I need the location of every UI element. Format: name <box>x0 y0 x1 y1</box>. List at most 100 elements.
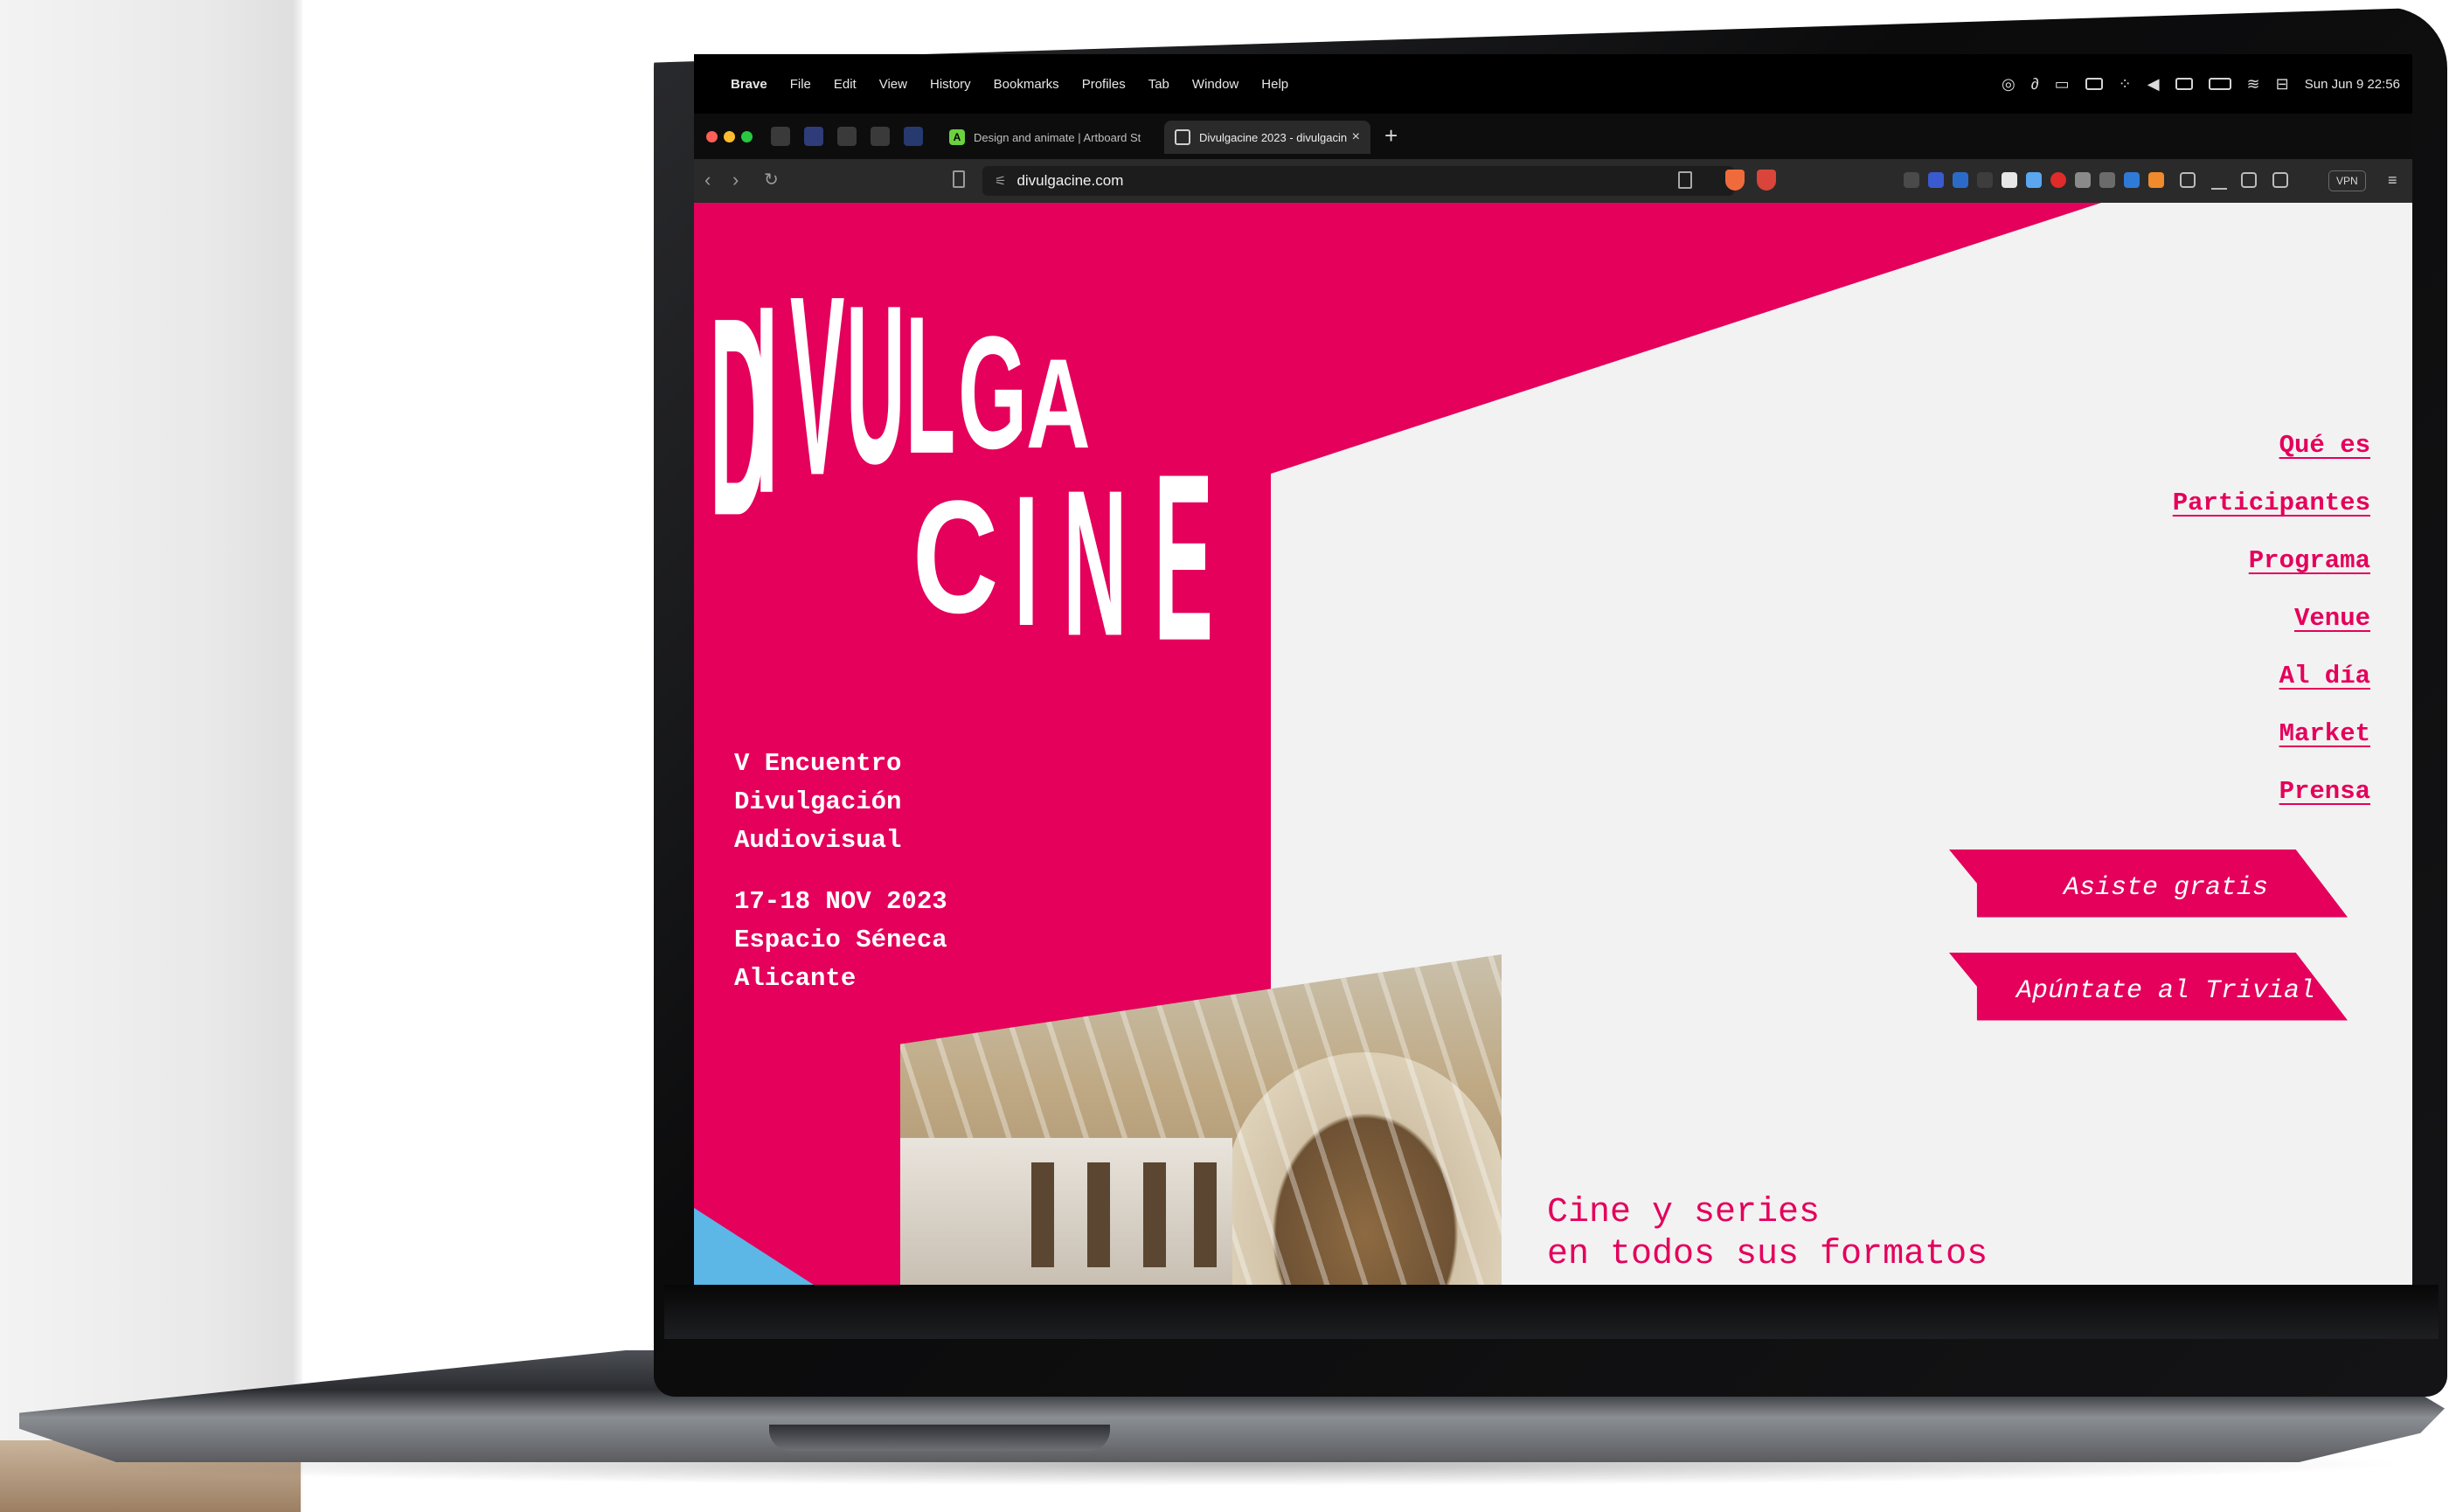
status-menus: ◎ ∂ ▭ ⁘ ◀ ≋ ⊟ Sun Jun 9 22:56 <box>2002 54 2400 114</box>
laptop-screen: Brave File Edit View History Bookmarks P… <box>694 54 2412 1287</box>
creative-cloud-icon[interactable]: ◎ <box>2002 75 2015 94</box>
window-icon[interactable] <box>2085 78 2103 90</box>
extension-icon-1[interactable] <box>1904 172 1919 188</box>
tab-title: Divulgacine 2023 - divulgacin <box>1199 130 1348 144</box>
event-venue: Espacio Séneca <box>734 926 947 954</box>
trivial-signup-button[interactable]: Apúntate al Trivial <box>1949 953 2348 1021</box>
menu-clock[interactable]: Sun Jun 9 22:56 <box>2305 77 2400 92</box>
share-icon[interactable] <box>1678 171 1692 189</box>
photo-frame <box>1087 1162 1110 1267</box>
screen-bezel-bottom <box>664 1285 2439 1339</box>
extension-icon-5[interactable] <box>2002 172 2017 188</box>
sidebar-icon[interactable] <box>2241 172 2257 188</box>
signature-icon[interactable]: ∂ <box>2031 75 2039 94</box>
event-date: 17-18 NOV 2023 <box>734 887 947 916</box>
photo-frame <box>1194 1162 1217 1267</box>
wifi-icon[interactable]: ≋ <box>2247 75 2260 94</box>
background-wall-edge <box>294 0 302 1512</box>
event-line: Audiovisual <box>734 826 902 855</box>
photo-wall <box>900 1138 1232 1287</box>
logo-letter: C <box>912 468 999 648</box>
menu-tab[interactable]: Tab <box>1148 77 1169 92</box>
pinterest-icon[interactable] <box>2050 172 2066 188</box>
menu-bookmarks[interactable]: Bookmarks <box>994 77 1059 92</box>
close-tab-icon[interactable]: × <box>1352 129 1360 145</box>
tagline-line-1: Cine y series <box>1547 1193 1821 1232</box>
wallet-icon[interactable] <box>2272 172 2288 188</box>
site-settings-icon[interactable]: ⚟ <box>995 173 1006 189</box>
volume-icon[interactable]: ◀ <box>2147 75 2160 94</box>
display-icon[interactable] <box>2175 78 2193 90</box>
pinned-tab-1[interactable] <box>771 127 790 146</box>
site-nav: Qué es Participantes Programa Venue Al d… <box>2173 428 2370 832</box>
tab-divulgacine[interactable]: Divulgacine 2023 - divulgacin × <box>1164 121 1370 154</box>
divulgacine-favicon-icon <box>1175 129 1190 145</box>
menu-file[interactable]: File <box>790 77 811 92</box>
event-line: V Encuentro <box>734 749 902 778</box>
nav-link-programa[interactable]: Programa <box>2173 544 2370 578</box>
logo-letter: I <box>1014 457 1039 666</box>
photo-frame <box>1031 1162 1054 1267</box>
download-icon[interactable] <box>2211 172 2227 190</box>
pinned-tab-3[interactable] <box>837 127 857 146</box>
logo-cine: C I N E <box>912 404 1280 692</box>
nav-link-venue[interactable]: Venue <box>2173 601 2370 635</box>
vpn-button[interactable]: VPN <box>2328 170 2366 191</box>
puzzle-icon[interactable] <box>2180 172 2196 188</box>
new-tab-button[interactable]: + <box>1384 124 1398 147</box>
asiste-gratis-button[interactable]: Asiste gratis <box>1949 850 2348 918</box>
nav-link-que-es[interactable]: Qué es <box>2173 428 2370 462</box>
menu-profiles[interactable]: Profiles <box>1082 77 1126 92</box>
extension-icon-3[interactable] <box>1953 172 1968 188</box>
menu-edit[interactable]: Edit <box>834 77 857 92</box>
logo-letter: U <box>846 259 905 512</box>
extension-icon-10[interactable] <box>2124 172 2140 188</box>
menu-window[interactable]: Window <box>1192 77 1238 92</box>
pinned-tab-2[interactable] <box>804 127 823 146</box>
background-wall <box>0 0 301 1512</box>
car-icon[interactable]: ▭ <box>2055 75 2070 94</box>
battery-icon[interactable] <box>2208 78 2231 90</box>
brave-rewards-icon[interactable] <box>1757 170 1776 191</box>
tab-artboard[interactable]: A Design and animate | Artboard St <box>939 121 1155 154</box>
brave-shield-icon[interactable] <box>1725 170 1745 191</box>
web-page: D I V U L G A C I N E V Encuentro Divulg… <box>694 203 2412 1287</box>
menu-view[interactable]: View <box>879 77 907 92</box>
close-window-button[interactable] <box>706 131 718 142</box>
extension-icon-4[interactable] <box>1977 172 1993 188</box>
zoom-window-button[interactable] <box>741 131 753 142</box>
nav-link-al-dia[interactable]: Al día <box>2173 659 2370 693</box>
nav-link-prensa[interactable]: Prensa <box>2173 774 2370 808</box>
nav-link-market[interactable]: Market <box>2173 717 2370 751</box>
tab-strip: A Design and animate | Artboard St Divul… <box>694 114 2412 159</box>
menu-help[interactable]: Help <box>1261 77 1288 92</box>
menu-app-brave[interactable]: Brave <box>731 77 767 92</box>
control-center-icon[interactable]: ⊟ <box>2276 75 2289 94</box>
menu-history[interactable]: History <box>930 77 971 92</box>
laptop-notch <box>769 1425 1110 1451</box>
pinned-tab-4[interactable] <box>871 127 890 146</box>
logo-letter: I <box>755 251 778 551</box>
logo-letter: V <box>790 244 845 530</box>
extension-icon-6[interactable] <box>2026 172 2042 188</box>
logo-letter: E <box>1154 425 1214 691</box>
dots-icon[interactable]: ⁘ <box>2119 75 2132 94</box>
nav-link-participantes[interactable]: Participantes <box>2173 486 2370 520</box>
forward-button[interactable]: › <box>732 169 739 191</box>
pinned-tab-5[interactable] <box>904 127 923 146</box>
reload-button[interactable]: ↻ <box>764 169 779 191</box>
bookmark-icon[interactable] <box>953 170 965 188</box>
extension-icon-11[interactable] <box>2148 172 2164 188</box>
artboard-favicon-icon: A <box>949 129 965 145</box>
logo-letter: N <box>1063 447 1127 681</box>
extension-icon-9[interactable] <box>2099 172 2115 188</box>
tab-title: Design and animate | Artboard St <box>974 130 1141 144</box>
back-button[interactable]: ‹ <box>704 169 711 191</box>
address-bar-url: divulgacine.com <box>1016 172 1124 189</box>
minimize-window-button[interactable] <box>724 131 735 142</box>
address-bar[interactable]: ⚟ divulgacine.com <box>982 166 1734 196</box>
extension-icon-8[interactable] <box>2075 172 2091 188</box>
extension-icon-2[interactable] <box>1928 172 1944 188</box>
tagline-line-2: en todos sus formatos <box>1547 1235 1988 1274</box>
menu-icon[interactable]: ≡ <box>2388 171 2397 190</box>
